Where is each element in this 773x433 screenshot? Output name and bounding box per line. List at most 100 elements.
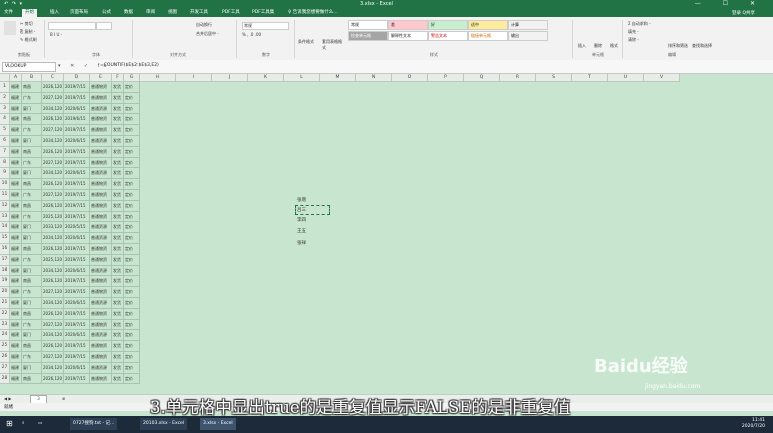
row-header[interactable]: 5 [0, 125, 10, 136]
table-cell[interactable]: 普通资源 [90, 233, 112, 244]
table-cell[interactable]: 2019/7/15 [64, 352, 90, 363]
row-header[interactable]: 17 [0, 254, 10, 266]
row-header[interactable]: 2 [0, 92, 10, 104]
table-cell[interactable]: 2019/7/15 [64, 341, 90, 352]
table-cell[interactable]: 南昌 [22, 244, 42, 255]
row-header[interactable]: 21 [0, 298, 10, 309]
float-value[interactable]: 张祥 [297, 240, 306, 246]
table-cell[interactable]: 2019/7/15 [64, 125, 90, 136]
table-cell[interactable]: 普通资源 [90, 136, 112, 147]
table-cell[interactable]: 2020/6/15 [64, 330, 90, 342]
table-cell[interactable]: 发货 [112, 82, 124, 93]
table-format-button[interactable]: 套用表格格式 [322, 39, 344, 51]
table-cell[interactable]: 发货 [112, 157, 124, 169]
table-cell[interactable]: 定价 [124, 308, 140, 320]
tab-view[interactable]: 视图 [168, 9, 177, 15]
table-cell[interactable]: 发货 [112, 103, 124, 115]
sort-filter-button[interactable]: 排序和筛选 [668, 43, 688, 49]
autosum-button[interactable]: Σ 自动求和 - [628, 21, 651, 27]
table-cell[interactable]: 普通物资 [90, 82, 112, 93]
table-cell[interactable]: 福建 [10, 244, 22, 255]
table-cell[interactable]: 厦门 [22, 265, 42, 277]
table-cell[interactable]: 普通物资 [90, 308, 112, 320]
column-header-F[interactable]: F [112, 74, 124, 82]
table-cell[interactable]: 2020/6/15 [64, 265, 90, 277]
tab-formulas[interactable]: 公式 [102, 9, 111, 15]
table-cell[interactable]: 定价 [124, 136, 140, 147]
table-cell[interactable]: 广东 [22, 319, 42, 331]
row-header[interactable]: 25 [0, 341, 10, 352]
table-cell[interactable]: 福建 [10, 254, 22, 266]
format-cells-button[interactable]: 格式 [610, 43, 618, 49]
table-cell[interactable]: 福建 [10, 211, 22, 223]
table-cell[interactable]: 普通物资 [90, 157, 112, 169]
table-cell[interactable]: 2019/7/15 [64, 211, 90, 223]
table-cell[interactable]: 定价 [124, 244, 140, 255]
style-calculation[interactable]: 计算 [508, 20, 548, 30]
column-header-P[interactable]: P [428, 74, 464, 82]
table-cell[interactable]: 2020/6/15 [64, 103, 90, 115]
table-cell[interactable]: 2019/7/15 [64, 373, 90, 385]
table-cell[interactable]: 2027,120 [42, 157, 64, 169]
table-cell[interactable]: 定价 [124, 82, 140, 93]
table-cell[interactable]: 厦门 [22, 222, 42, 234]
table-cell[interactable]: 普通资源 [90, 168, 112, 180]
row-header[interactable]: 23 [0, 319, 10, 331]
table-cell[interactable]: 发货 [112, 298, 124, 309]
table-cell[interactable]: 2027,120 [42, 92, 64, 104]
tab-insert[interactable]: 插入 [50, 9, 59, 15]
row-header[interactable]: 14 [0, 222, 10, 234]
column-header-I[interactable]: I [176, 74, 212, 82]
table-cell[interactable]: 2019/7/15 [64, 190, 90, 201]
table-cell[interactable]: 发货 [112, 179, 124, 190]
table-cell[interactable]: 福建 [10, 265, 22, 277]
table-cell[interactable]: 广东 [22, 125, 42, 136]
table-cell[interactable]: 广东 [22, 211, 42, 223]
table-cell[interactable]: 福建 [10, 82, 22, 93]
clear-button[interactable]: 清除 - [628, 37, 639, 43]
column-header-T[interactable]: T [572, 74, 608, 82]
float-value[interactable]: 张增 [297, 197, 306, 203]
table-cell[interactable]: 定价 [124, 298, 140, 309]
table-cell[interactable]: 2034,120 [42, 233, 64, 244]
table-cell[interactable]: 2019/7/15 [64, 287, 90, 298]
bold-italic-underline[interactable]: B I U - [50, 32, 62, 37]
table-cell[interactable]: 2027,120 [42, 125, 64, 136]
table-cell[interactable]: 2033,120 [42, 222, 64, 234]
table-cell[interactable]: 福建 [10, 319, 22, 331]
column-header-S[interactable]: S [536, 74, 572, 82]
table-cell[interactable]: 广东 [22, 352, 42, 363]
table-cell[interactable]: 2026,120 [42, 179, 64, 190]
style-output[interactable]: 输出 [508, 31, 548, 41]
table-cell[interactable]: 福建 [10, 352, 22, 363]
table-cell[interactable]: 2019/7/15 [64, 82, 90, 93]
column-header-L[interactable]: L [284, 74, 320, 82]
table-cell[interactable]: 南昌 [22, 146, 42, 158]
table-cell[interactable]: 2026,120 [42, 341, 64, 352]
table-cell[interactable]: 福建 [10, 125, 22, 136]
row-header[interactable]: 27 [0, 362, 10, 374]
table-cell[interactable]: 普通资源 [90, 298, 112, 309]
table-cell[interactable]: 福建 [10, 222, 22, 234]
table-cell[interactable]: 发货 [112, 114, 124, 126]
formula-input[interactable]: =COUNTIF($E$2:$E$3,E2) [100, 63, 159, 68]
table-cell[interactable]: 厦门 [22, 362, 42, 374]
table-cell[interactable]: 福建 [10, 287, 22, 298]
add-sheet-icon[interactable]: ⊕ [62, 396, 65, 401]
table-cell[interactable]: 定价 [124, 341, 140, 352]
table-cell[interactable]: 福建 [10, 308, 22, 320]
table-cell[interactable]: 2026,120 [42, 114, 64, 126]
table-cell[interactable]: 南昌 [22, 179, 42, 190]
number-format-buttons[interactable]: % , .0 .00 [242, 32, 261, 37]
table-cell[interactable]: 普通物资 [90, 146, 112, 158]
table-cell[interactable]: 发货 [112, 330, 124, 342]
table-cell[interactable]: 普通物资 [90, 190, 112, 201]
column-header-R[interactable]: R [500, 74, 536, 82]
tell-me-search[interactable]: ♀ 告诉我您想要做什么... [288, 9, 338, 15]
table-cell[interactable]: 定价 [124, 254, 140, 266]
column-header-M[interactable]: M [320, 74, 356, 82]
table-cell[interactable]: 2026,120 [42, 373, 64, 385]
column-header-K[interactable]: K [248, 74, 284, 82]
table-cell[interactable]: 2034,120 [42, 265, 64, 277]
table-cell[interactable]: 发货 [112, 254, 124, 266]
